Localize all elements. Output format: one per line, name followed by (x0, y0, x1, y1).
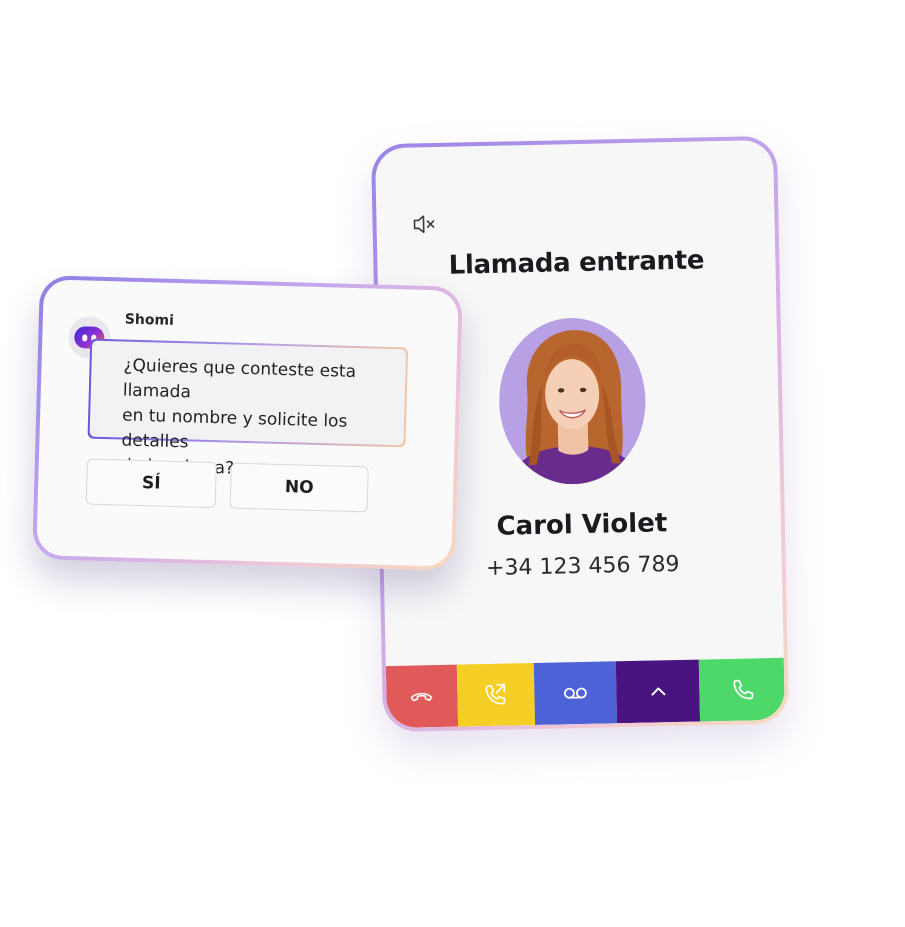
phone-forward-icon (485, 683, 506, 705)
chevron-up-icon (651, 687, 666, 696)
caller-avatar (497, 316, 648, 486)
call-action-bar (385, 657, 786, 729)
message-line: en tu nombre y solicite los detalles (121, 405, 348, 453)
speaker-muted-icon[interactable] (412, 213, 438, 236)
phone-accept-icon (732, 679, 753, 700)
no-button[interactable]: NO (229, 462, 369, 513)
voicemail-button[interactable] (533, 661, 618, 726)
hang-up-icon (411, 692, 433, 702)
reject-call-button[interactable] (385, 664, 458, 729)
more-options-button[interactable] (616, 659, 701, 724)
yes-button[interactable]: SÍ (85, 458, 217, 509)
message-line: ¿Quieres que conteste esta llamada (122, 355, 357, 403)
assistant-name: Shomi (124, 311, 175, 329)
assistant-prompt-card: Shomi ¿Quieres que conteste esta llamada… (36, 279, 459, 567)
call-title: Llamada entrante (448, 245, 705, 281)
assistant-prompt-card-frame: Shomi ¿Quieres que conteste esta llamada… (32, 275, 463, 571)
assistant-message: ¿Quieres que conteste esta llamada en tu… (87, 338, 409, 479)
accept-call-button[interactable] (698, 657, 786, 722)
voicemail-icon (564, 687, 587, 699)
forward-call-button[interactable] (456, 663, 535, 727)
